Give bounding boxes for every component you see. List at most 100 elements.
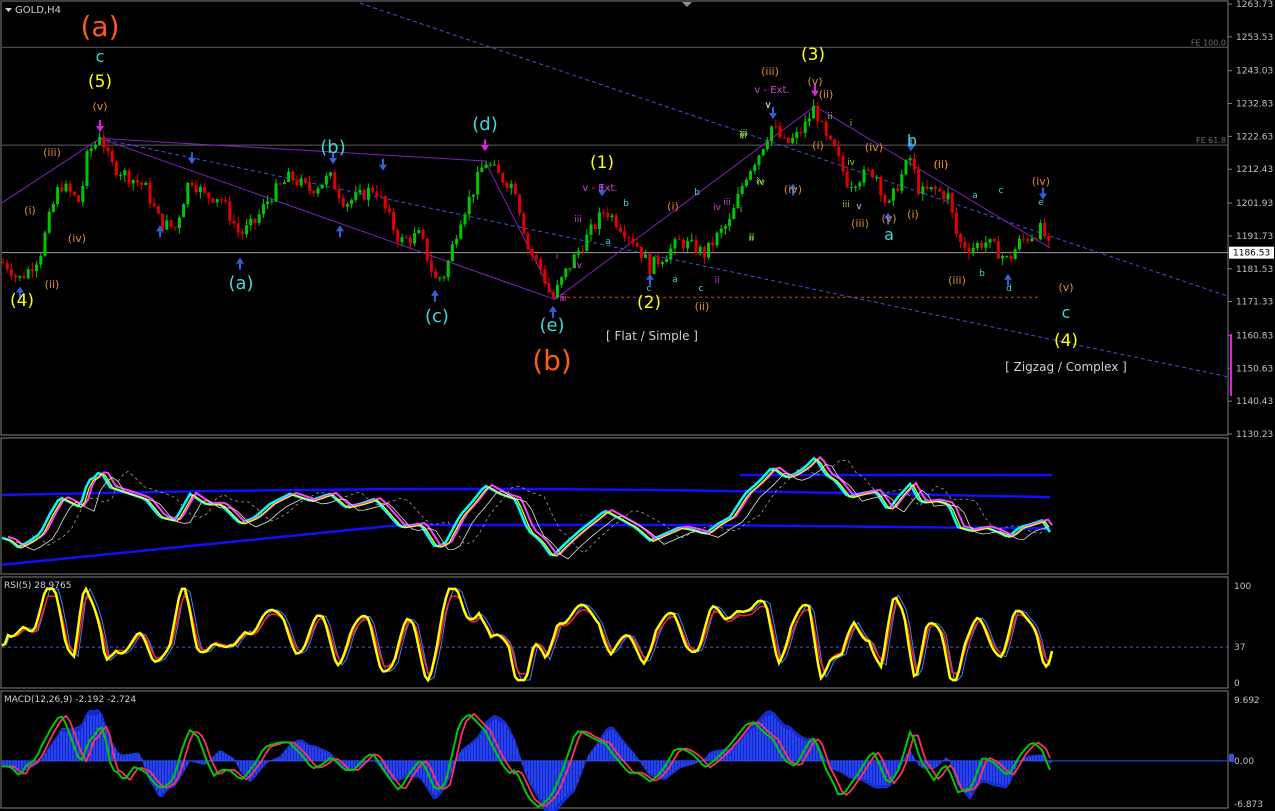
candle-body (526, 233, 530, 250)
candle-body (551, 291, 555, 298)
price-tick-label: 1171.33 (1236, 298, 1273, 308)
candle-body (782, 137, 786, 139)
gold-h4-chart[interactable]: GOLD,H4 FE 100.0 FE 61.8 (a) c (5) (v) (iii) (… (0, 0, 1275, 811)
candle-body (303, 178, 307, 183)
candle-body (660, 262, 664, 265)
candle-body (30, 269, 34, 272)
candle-body (1026, 238, 1030, 242)
candle-body (807, 118, 811, 122)
candle-body (547, 283, 551, 292)
candle-body (896, 188, 900, 191)
candle-body (270, 201, 274, 203)
candle-body (585, 234, 589, 252)
candle-body (1038, 222, 1042, 240)
wave-sub-label: ii (749, 233, 754, 243)
candle-body (732, 208, 736, 219)
candle-body (1047, 236, 1051, 241)
candle-body (959, 234, 963, 242)
candle-body (522, 213, 526, 234)
candle-body (635, 243, 639, 247)
candle-body (988, 238, 992, 243)
macd-tick-label: 9.692 (1234, 696, 1260, 706)
candle-body (648, 254, 652, 274)
wave-sub-label: b (694, 188, 700, 198)
candle-body (975, 242, 979, 248)
candle-body (5, 262, 9, 270)
wave-label: (4) (10, 291, 34, 311)
candle-body (362, 189, 366, 200)
candle-body (933, 187, 937, 189)
candle-body (98, 136, 102, 145)
wave-sub-label: iv (756, 177, 765, 187)
candle-body (144, 182, 148, 185)
candle-body (182, 204, 186, 218)
wave-sub-label: c (699, 284, 704, 294)
candle-body (581, 250, 585, 252)
candle-body (749, 171, 753, 180)
wave-label: (iii) (761, 65, 779, 78)
candle-body (719, 228, 723, 233)
candle-body (278, 183, 282, 185)
candle-body (845, 171, 849, 188)
wave-sub-label: a (605, 237, 611, 247)
price-tick-label: 1222.63 (1236, 132, 1273, 142)
candle-body (354, 192, 358, 201)
candle-body (240, 232, 244, 235)
wave-label: (i) (667, 200, 679, 213)
candle-body (72, 191, 76, 196)
candle-body (505, 182, 509, 188)
wave-label: (c) (425, 306, 449, 327)
candle-body (560, 277, 564, 285)
candle-body (610, 215, 614, 218)
candle-body (518, 194, 522, 214)
candle-body (194, 185, 198, 193)
candle-body (757, 155, 761, 166)
candle-body (820, 121, 824, 123)
candle-body (539, 258, 543, 270)
candle-body (341, 197, 345, 207)
wave-label: (iv) (865, 141, 883, 154)
wave-label: a (884, 225, 894, 244)
candle-body (942, 191, 946, 200)
candle-body (774, 126, 778, 128)
candle-body (60, 187, 64, 192)
candle-body (203, 187, 207, 193)
candle-body (14, 275, 18, 278)
wave-label: (3) (801, 45, 825, 65)
wave-label: (ii) (45, 278, 60, 291)
candle-body (858, 182, 862, 187)
price-tick-label: 1160.83 (1236, 331, 1273, 341)
wave-label: (ii) (934, 158, 949, 171)
macd-marker (1229, 753, 1234, 762)
wave-label: (2) (637, 293, 661, 313)
candle-body (1034, 238, 1038, 240)
candle-body (795, 131, 799, 138)
candle-body (908, 158, 912, 161)
candle-body (47, 211, 51, 233)
candle-body (946, 193, 950, 200)
candle-body (1030, 238, 1034, 242)
price-tick-label: 1253.53 (1236, 33, 1273, 43)
candle-body (156, 206, 160, 214)
candle-body (883, 195, 887, 203)
candle-body (106, 147, 110, 151)
candle-body (123, 170, 127, 176)
candle-body (89, 148, 93, 152)
candle-body (459, 224, 463, 239)
candle-body (312, 190, 316, 194)
candle-body (316, 188, 320, 194)
candle-body (291, 171, 295, 181)
candle-body (9, 269, 13, 276)
candle-body (198, 187, 202, 193)
wave-sub-label: c (999, 186, 1004, 196)
wave-label: (i) (907, 208, 919, 221)
candle-body (127, 170, 131, 184)
candle-body (417, 230, 421, 234)
candle-body (606, 212, 610, 218)
candle-body (623, 231, 627, 238)
candle-body (39, 255, 43, 265)
candle-body (287, 171, 291, 183)
candle-body (686, 240, 690, 249)
bands-pane[interactable] (0, 437, 1229, 575)
candle-body (824, 121, 828, 136)
